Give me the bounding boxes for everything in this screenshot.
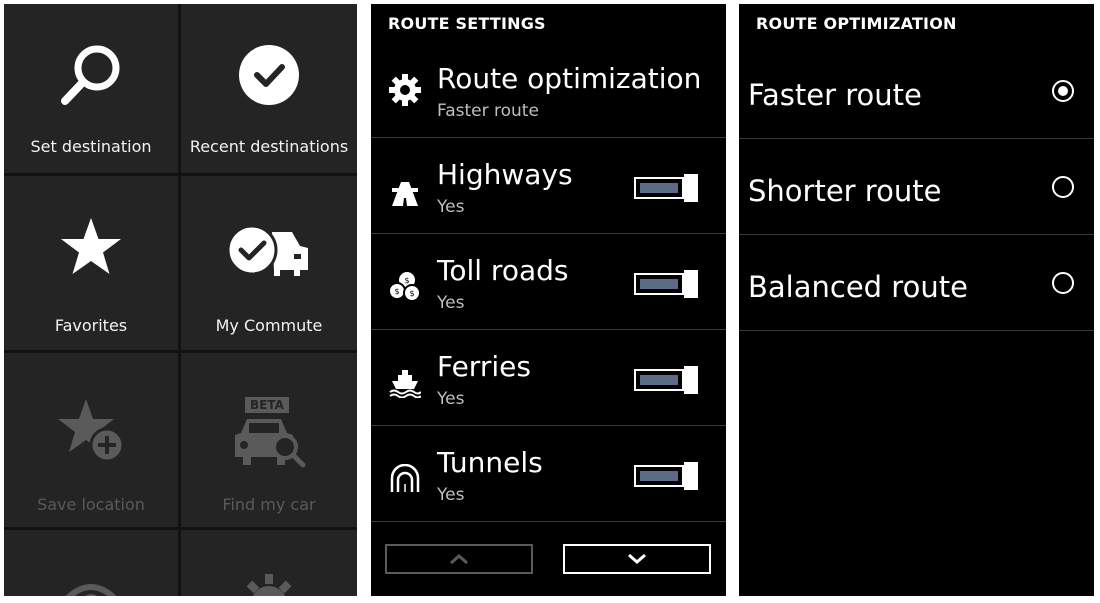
row-title: Highways [437,158,573,191]
svg-text:$: $ [409,289,414,298]
toll-coins-icon: $ $ $ [388,270,422,304]
scroll-down-button[interactable] [563,544,711,574]
option-label: Faster route [748,78,922,112]
option-label: Shorter route [748,174,942,208]
recent-destinations-tile[interactable]: Recent destinations [181,4,357,173]
page-title: ROUTE SETTINGS [388,14,546,33]
chevron-down-icon [628,553,646,564]
car-search-icon [181,415,357,469]
faster-route-radio[interactable] [1052,80,1074,102]
beta-badge: BETA [245,397,289,413]
tunnels-row[interactable]: Tunnels Yes [371,426,726,522]
faster-route-option[interactable]: Faster route [739,42,1094,139]
eye-icon [4,576,178,596]
highways-row[interactable]: Highways Yes [371,138,726,234]
favorites-tile[interactable]: Favorites [4,176,178,350]
tile-label: Set destination [30,137,152,156]
highways-toggle[interactable] [634,174,700,202]
tile-label: Recent destinations [189,137,349,156]
ferries-toggle[interactable] [634,366,700,394]
toll-roads-row[interactable]: $ $ $ Toll roads Yes [371,234,726,330]
row-title: Toll roads [437,254,569,287]
tile-label: Find my car [222,495,316,514]
my-commute-tile[interactable]: My Commute [181,176,357,350]
ferries-row[interactable]: Ferries Yes [371,330,726,426]
save-location-tile[interactable]: Save location [4,353,178,527]
tile-partial-gear[interactable] [181,530,357,596]
check-circle-icon [181,44,357,106]
row-value: Yes [437,293,465,313]
gear-icon [181,574,357,596]
balanced-route-radio[interactable] [1052,272,1074,294]
star-plus-icon [4,397,178,463]
search-icon [4,44,178,108]
shorter-route-radio[interactable] [1052,176,1074,198]
main-menu-panel: Set destination Recent destinations Favo… [4,4,357,596]
route-settings-panel: ROUTE SETTINGS Route optimization Faster… [371,4,726,596]
page-title: ROUTE OPTIMIZATION [756,14,957,33]
row-value: Yes [437,389,465,409]
route-optimization-panel: ROUTE OPTIMIZATION Faster route Shorter … [739,4,1094,596]
svg-text:$: $ [394,287,399,296]
route-optimization-row[interactable]: Route optimization Faster route [371,42,726,138]
tile-partial-eye[interactable] [4,530,178,596]
row-title: Route optimization [437,62,702,95]
toll-roads-toggle[interactable] [634,270,700,298]
tile-label: My Commute [215,316,323,335]
set-destination-tile[interactable]: Set destination [4,4,178,173]
radio-selected-dot [1058,86,1068,96]
ferry-icon [388,366,422,400]
scroll-up-button[interactable] [385,544,533,574]
row-value: Faster route [437,101,539,121]
tunnels-toggle[interactable] [634,462,700,490]
tunnel-icon [388,462,422,496]
row-title: Ferries [437,350,531,383]
highway-icon [388,176,422,210]
row-value: Yes [437,485,465,505]
find-my-car-tile[interactable]: BETA Find my car [181,353,357,527]
balanced-route-option[interactable]: Balanced route [739,234,1094,331]
option-label: Balanced route [748,270,968,304]
shorter-route-option[interactable]: Shorter route [739,138,1094,235]
tile-label: Favorites [54,316,128,335]
svg-text:$: $ [404,276,409,285]
star-icon [4,216,178,278]
gear-icon [388,73,422,107]
row-title: Tunnels [437,446,543,479]
tile-label: Save location [37,495,145,514]
row-value: Yes [437,197,465,217]
commute-icon [181,224,357,278]
chevron-up-icon [450,554,468,565]
